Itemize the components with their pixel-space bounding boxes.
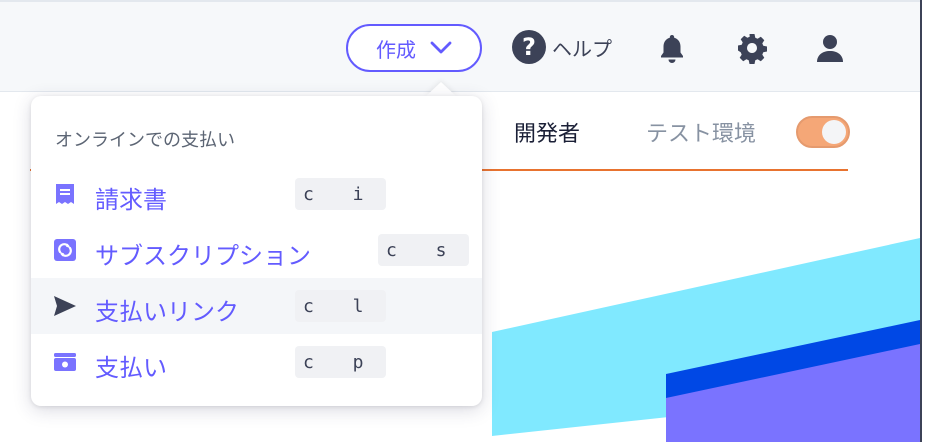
wallet-icon [54, 353, 76, 371]
dropdown-section-title: オンラインでの支払い [55, 130, 235, 151]
menu-item-label: 支払いリンク [95, 298, 239, 326]
menu-item-label: 請求書 [95, 186, 167, 214]
create-dropdown-menu: オンラインでの支払い 請求書 c i サブスクリプション c s 支払いリンク … [31, 96, 482, 406]
shortcut-badge: c i [295, 178, 386, 210]
invoice-icon [56, 184, 74, 204]
menu-item-subscription[interactable]: サブスクリプション c s [31, 222, 482, 278]
menu-item-payment-link[interactable]: 支払いリンク c l [31, 278, 482, 334]
shortcut-badge: c p [295, 346, 386, 378]
shortcut-badge: c l [295, 290, 386, 322]
dropdown-caret [425, 82, 457, 97]
menu-item-label: サブスクリプション [95, 242, 311, 270]
menu-item-payment[interactable]: 支払い c p [31, 334, 482, 390]
send-icon [54, 296, 76, 316]
menu-item-invoice[interactable]: 請求書 c i [31, 166, 482, 222]
subscription-icon [54, 239, 76, 261]
shortcut-badge: c s [378, 234, 469, 266]
menu-item-label: 支払い [95, 354, 167, 382]
